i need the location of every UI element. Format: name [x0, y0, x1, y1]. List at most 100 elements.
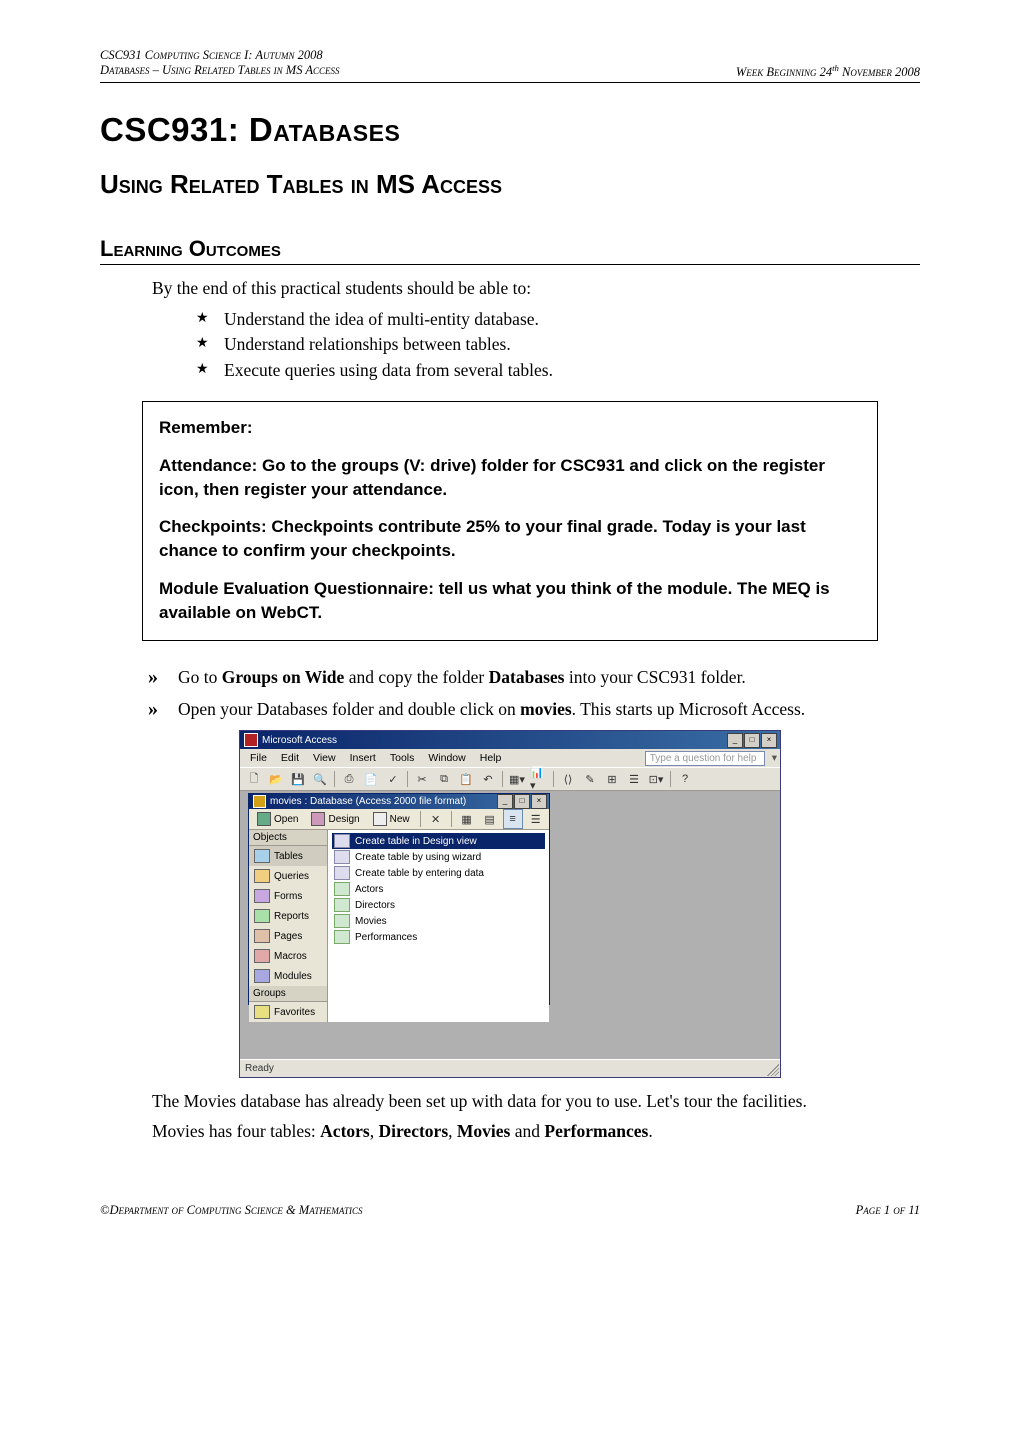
help-search-box[interactable]: Type a question for help	[645, 751, 765, 766]
after-shot-p1: The Movies database has already been set…	[152, 1090, 920, 1114]
p2-b3: Movies	[457, 1121, 510, 1141]
wizard-icon	[334, 850, 350, 864]
toolbar-separator	[502, 771, 503, 787]
paste-icon[interactable]: 📋	[456, 769, 476, 789]
relationships-icon[interactable]: ⊞	[602, 769, 622, 789]
help-dropdown-icon[interactable]: ▾	[769, 752, 780, 764]
print-icon[interactable]: ⎙	[339, 769, 359, 789]
db-object-bar: Objects Tables Queries Forms Reports Pag…	[249, 830, 328, 1022]
copy-icon[interactable]: ⧉	[434, 769, 454, 789]
list-item-table[interactable]: Movies	[332, 913, 545, 929]
sidebar-label: Modules	[274, 971, 312, 982]
analyze-icon[interactable]: 📊▾	[529, 769, 549, 789]
footer-left: ©Department of Computing Science & Mathe…	[100, 1203, 363, 1218]
p2-s2: ,	[448, 1121, 457, 1141]
details-view-icon[interactable]: ☰	[526, 809, 546, 829]
sidebar-label: Forms	[274, 891, 302, 902]
db-minimize-button[interactable]: _	[497, 794, 513, 809]
sidebar-item-favorites[interactable]: Favorites	[249, 1002, 327, 1022]
header-line2-right: Week Beginning 24th November 2008	[736, 63, 920, 80]
menu-edit[interactable]: Edit	[275, 751, 305, 765]
help-icon[interactable]: ?	[675, 769, 695, 789]
undo-icon[interactable]: ↶	[478, 769, 498, 789]
menu-file[interactable]: File	[244, 751, 273, 765]
db-toolbar: Open Design New ✕ ▦ ▤ ≡ ☰	[249, 809, 549, 830]
toolbar-separator	[451, 811, 452, 827]
step2-bold: movies	[520, 699, 572, 719]
app-title: Microsoft Access	[262, 735, 337, 746]
save-icon[interactable]: 💾	[288, 769, 308, 789]
sidebar-label: Reports	[274, 911, 309, 922]
db-open-button[interactable]: Open	[252, 810, 303, 828]
table-icon	[334, 898, 350, 912]
sidebar-item-reports[interactable]: Reports	[249, 906, 327, 926]
list-item-create-design[interactable]: Create table in Design view	[332, 833, 545, 849]
minimize-button[interactable]: _	[727, 733, 743, 748]
list-item-table[interactable]: Performances	[332, 929, 545, 945]
office-links-icon[interactable]: ▦▾	[507, 769, 527, 789]
db-open-label: Open	[274, 814, 298, 825]
step1-bold2: Databases	[489, 667, 565, 687]
page: CSC931 Computing Science I: Autumn 2008 …	[0, 0, 1020, 1278]
menu-insert[interactable]: Insert	[344, 751, 382, 765]
menu-window[interactable]: Window	[422, 751, 471, 765]
list-view-icon[interactable]: ≡	[503, 809, 523, 829]
db-titlebar: movies : Database (Access 2000 file form…	[249, 794, 549, 809]
db-maximize-button[interactable]: □	[514, 794, 530, 809]
db-content-list: Create table in Design view Create table…	[328, 830, 549, 1022]
db-close-button[interactable]: ×	[531, 794, 547, 809]
menu-tools[interactable]: Tools	[384, 751, 421, 765]
sidebar-item-queries[interactable]: Queries	[249, 866, 327, 886]
large-icons-view-icon[interactable]: ▦	[457, 809, 477, 829]
db-new-button[interactable]: New	[368, 810, 415, 828]
table-icon	[334, 914, 350, 928]
code-icon[interactable]: ⟨⟩	[558, 769, 578, 789]
cut-icon[interactable]: ✂	[412, 769, 432, 789]
running-header: CSC931 Computing Science I: Autumn 2008 …	[100, 48, 920, 83]
sidebar-label: Pages	[274, 931, 302, 942]
list-item-create-wizard[interactable]: Create table by using wizard	[332, 849, 545, 865]
delete-icon[interactable]: ✕	[426, 809, 446, 829]
reports-icon	[254, 909, 270, 923]
spelling-icon[interactable]: ✓	[383, 769, 403, 789]
access-app-icon	[244, 733, 258, 747]
small-icons-view-icon[interactable]: ▤	[480, 809, 500, 829]
script-icon[interactable]: ✎	[580, 769, 600, 789]
sidebar-item-tables[interactable]: Tables	[249, 846, 327, 866]
search-icon[interactable]: 🔍	[310, 769, 330, 789]
list-item-create-data[interactable]: Create table by entering data	[332, 865, 545, 881]
maximize-button[interactable]: □	[744, 733, 760, 748]
design-icon	[311, 812, 325, 826]
db-title-text: movies : Database (Access 2000 file form…	[270, 796, 466, 807]
sidebar-item-pages[interactable]: Pages	[249, 926, 327, 946]
sidebar-item-modules[interactable]: Modules	[249, 966, 327, 986]
section-rule	[100, 264, 920, 265]
menu-view[interactable]: View	[307, 751, 342, 765]
db-body: Objects Tables Queries Forms Reports Pag…	[249, 830, 549, 1022]
print-preview-icon[interactable]: 📄	[361, 769, 381, 789]
db-design-label: Design	[328, 814, 359, 825]
close-button[interactable]: ×	[761, 733, 777, 748]
db-design-button[interactable]: Design	[306, 810, 364, 828]
step1-bold1: Groups on Wide	[222, 667, 345, 687]
pages-icon	[254, 929, 270, 943]
sidebar-item-macros[interactable]: Macros	[249, 946, 327, 966]
step2-post: . This starts up Microsoft Access.	[572, 699, 805, 719]
properties-icon[interactable]: ☰	[624, 769, 644, 789]
open-icon	[257, 812, 271, 826]
list-item-label: Create table by entering data	[355, 868, 484, 879]
after-shot-p2: Movies has four tables: Actors, Director…	[152, 1120, 920, 1144]
list-item-table[interactable]: Actors	[332, 881, 545, 897]
new-file-icon[interactable]: 🗋	[244, 769, 264, 789]
menu-help[interactable]: Help	[474, 751, 508, 765]
toolbar-separator	[420, 811, 421, 827]
new-object-icon[interactable]: ⊡▾	[646, 769, 666, 789]
sidebar-item-forms[interactable]: Forms	[249, 886, 327, 906]
resize-grip-icon[interactable]	[767, 1064, 779, 1076]
header-line1-left: CSC931 Computing Science I: Autumn 2008	[100, 48, 323, 63]
step1-post: into your CSC931 folder.	[564, 667, 745, 687]
list-item-table[interactable]: Directors	[332, 897, 545, 913]
copyright-symbol: ©	[100, 1203, 110, 1217]
open-file-icon[interactable]: 📂	[266, 769, 286, 789]
toolbar-separator	[670, 771, 671, 787]
